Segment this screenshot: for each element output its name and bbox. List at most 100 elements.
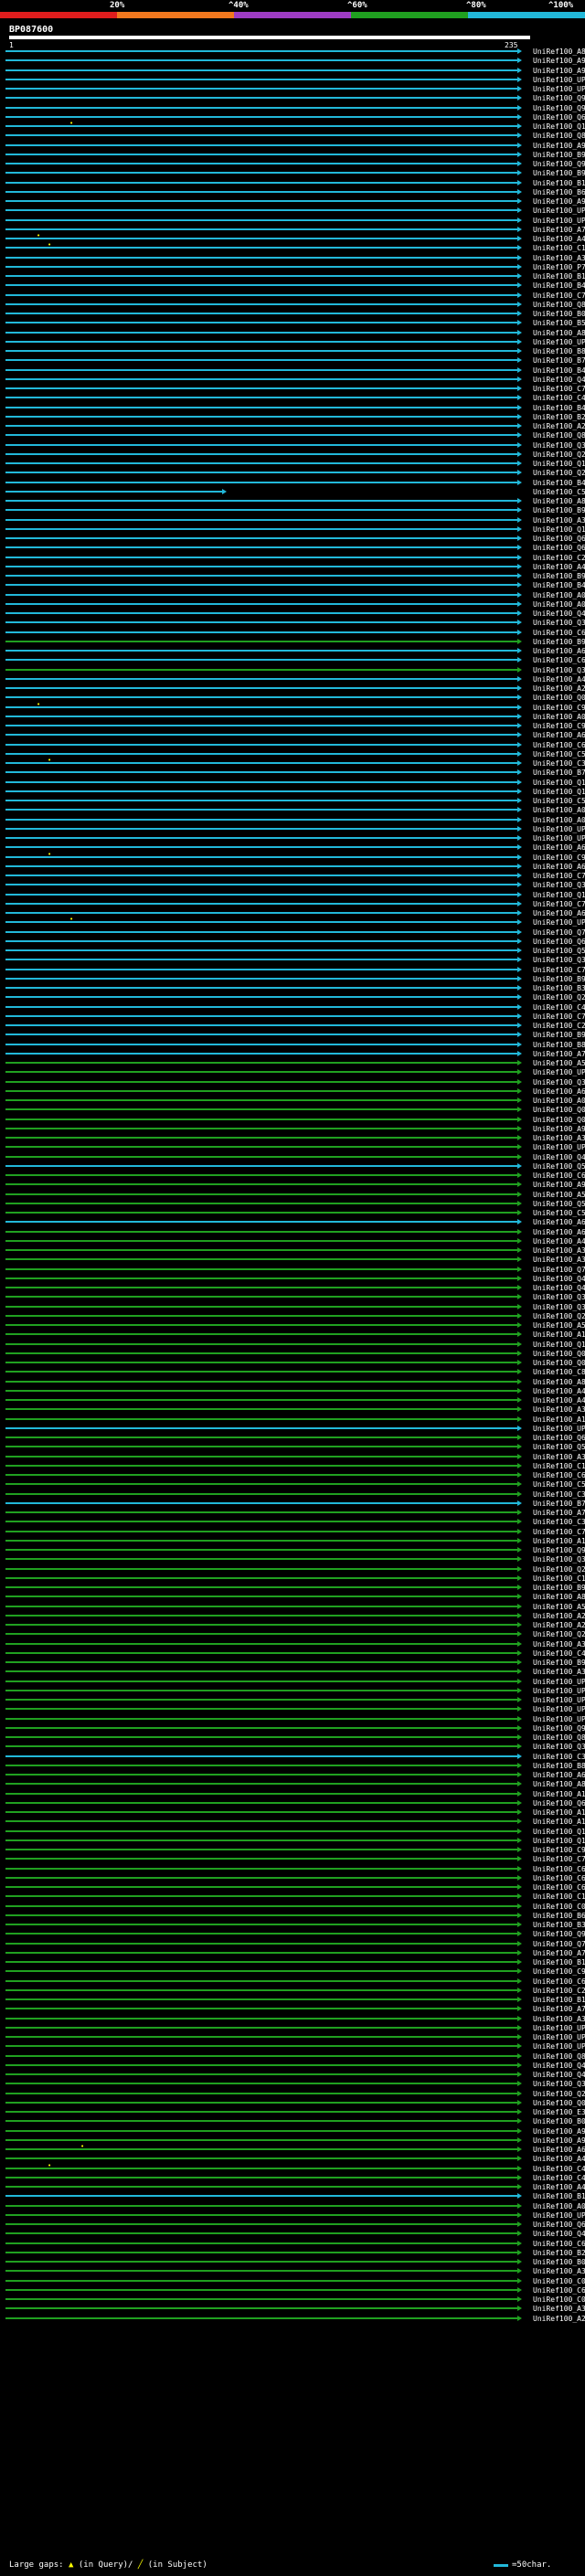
hit-label[interactable]: UniRef100_Q4C8P6 [533, 376, 585, 385]
hit-bar[interactable] [5, 1081, 517, 1083]
hit-bar[interactable] [5, 1390, 517, 1392]
hit-label[interactable]: UniRef100_B1X0L7 [533, 272, 585, 281]
hit-label[interactable]: UniRef100_UPI000.. [533, 1425, 585, 1434]
hit-bar[interactable] [5, 322, 517, 323]
hit-bar[interactable] [5, 1521, 517, 1522]
hit-label[interactable]: UniRef100_Q4FUV0 [533, 1284, 585, 1293]
hit-bar[interactable] [5, 1970, 517, 1972]
hit-label[interactable]: UniRef100_UPI000.. [533, 207, 585, 216]
hit-bar[interactable] [5, 2093, 517, 2094]
hit-label[interactable]: UniRef100_A3UK03 [533, 1134, 585, 1143]
hit-bar[interactable] [5, 1606, 517, 1607]
hit-label[interactable]: UniRef100_UPI000.. [533, 76, 585, 85]
hit-label[interactable]: UniRef100_UPI000.. [533, 2042, 585, 2051]
hit-bar[interactable] [5, 1352, 517, 1354]
hit-label[interactable]: UniRef100_A2VEG2 [533, 1612, 585, 1621]
hit-label[interactable]: UniRef100_Q5XVY0 [533, 947, 585, 956]
hit-label[interactable]: UniRef100_B3E7Q6 [533, 1921, 585, 1930]
hit-label[interactable]: UniRef100_Q3JD62 [533, 666, 585, 675]
hit-label[interactable]: UniRef100_Q1KSR4 [533, 122, 585, 132]
hit-label[interactable]: UniRef100_Q2LNF4 [533, 1565, 585, 1574]
hit-bar[interactable] [5, 1989, 517, 1991]
hit-bar[interactable] [5, 2111, 517, 2113]
hit-bar[interactable] [5, 1624, 517, 1626]
hit-label[interactable]: UniRef100_C3JAK1 [533, 759, 585, 769]
hit-bar[interactable] [5, 1643, 517, 1645]
hit-bar[interactable] [5, 969, 517, 970]
hit-label[interactable]: UniRef100_Q1N2M6 [533, 891, 585, 900]
hit-bar[interactable] [5, 359, 517, 361]
hit-bar[interactable] [5, 1633, 517, 1635]
hit-bar[interactable] [5, 2289, 517, 2291]
hit-bar[interactable] [5, 425, 517, 427]
hit-bar[interactable] [5, 2064, 517, 2066]
hit-label[interactable]: UniRef100_A6E3R6 [533, 647, 585, 656]
hit-label[interactable]: UniRef100_A9BHR0 [533, 1181, 585, 1190]
hit-label[interactable]: UniRef100_A5ULC5 [533, 1321, 585, 1330]
hit-bar[interactable] [5, 228, 517, 230]
hit-bar[interactable] [5, 303, 517, 305]
hit-label[interactable]: UniRef100_C6SHF2 [533, 2286, 585, 2295]
hit-label[interactable]: UniRef100_A4BL25 [533, 2155, 585, 2164]
hit-label[interactable]: UniRef100_C0EN13 [533, 1903, 585, 1912]
hit-bar[interactable] [5, 1755, 517, 1757]
hit-bar[interactable] [5, 1615, 517, 1617]
hit-label[interactable]: UniRef100_Q3BWV0 [533, 1555, 585, 1564]
hit-bar[interactable] [5, 744, 517, 746]
hit-bar[interactable] [5, 1249, 517, 1251]
hit-bar[interactable] [5, 2018, 517, 2019]
hit-label[interactable]: UniRef100_C7PKX1 [533, 1855, 585, 1864]
hit-bar[interactable] [5, 1343, 517, 1345]
hit-label[interactable]: UniRef100_UPI000.. [533, 1068, 585, 1077]
hit-bar[interactable] [5, 800, 517, 801]
hit-label[interactable]: UniRef100_A8VI3L [533, 497, 585, 506]
hit-label[interactable]: UniRef100_B7S0U9 [533, 769, 585, 778]
hit-bar[interactable] [5, 257, 517, 259]
hit-bar[interactable] [5, 1568, 517, 1570]
hit-label[interactable]: UniRef100_Q93Y02 [533, 104, 585, 113]
hit-bar[interactable] [5, 1652, 517, 1654]
hit-bar[interactable] [5, 687, 517, 689]
hit-label[interactable]: UniRef100_B9KU51 [533, 1584, 585, 1593]
hit-bar[interactable] [5, 912, 517, 914]
hit-label[interactable]: UniRef100_B2SPR0 [533, 2249, 585, 2258]
hit-label[interactable]: UniRef100_A1HR05 [533, 1415, 585, 1425]
hit-bar[interactable] [5, 163, 517, 164]
hit-bar[interactable] [5, 2027, 517, 2029]
hit-label[interactable]: UniRef100_A4CUD7 [533, 1387, 585, 1396]
hit-label[interactable]: UniRef100_C7PBL6 [533, 900, 585, 909]
hit-bar[interactable] [5, 350, 517, 352]
hit-bar[interactable] [5, 1381, 517, 1383]
hit-label[interactable]: UniRef100_A9DHZ3 [533, 1125, 585, 1134]
hit-bar[interactable] [5, 59, 517, 61]
hit-label[interactable]: UniRef100_UPI000.. [533, 2033, 585, 2042]
hit-bar[interactable] [5, 809, 517, 811]
hit-label[interactable]: UniRef100_Q2RS93 [533, 2090, 585, 2099]
hit-label[interactable]: UniRef100_Q06SN2 [533, 1116, 585, 1125]
hit-label[interactable]: UniRef100_Q3JN14 [533, 619, 585, 628]
hit-label[interactable]: UniRef100_Q2JWU4 [533, 469, 585, 478]
hit-label[interactable]: UniRef100_A2TWQ6 [533, 684, 585, 694]
hit-bar[interactable] [5, 884, 517, 885]
hit-label[interactable]: UniRef100_C1HXN8 [533, 1892, 585, 1902]
hit-label[interactable]: UniRef100_A4S724 [533, 235, 585, 244]
hit-label[interactable]: UniRef100_B1BHZ0 [533, 1996, 585, 2005]
hit-bar[interactable] [5, 1268, 517, 1270]
hit-bar[interactable] [5, 97, 517, 99]
hit-label[interactable]: UniRef100_B4WS61 [533, 479, 585, 488]
hit-bar[interactable] [5, 1933, 517, 1935]
hit-bar[interactable] [5, 172, 517, 174]
hit-label[interactable]: UniRef100_B4C5X3 [533, 366, 585, 376]
hit-label[interactable]: UniRef100_A0YPA8 [533, 600, 585, 610]
hit-bar[interactable] [5, 856, 517, 858]
hit-bar[interactable] [5, 397, 517, 398]
hit-label[interactable]: UniRef100_Q3WY16 [533, 1078, 585, 1087]
hit-label[interactable]: UniRef100_C6RGZ7 [533, 656, 585, 665]
hit-label[interactable]: UniRef100_Q4K1Q1 [533, 1275, 585, 1284]
hit-bar[interactable] [5, 1071, 517, 1073]
hit-bar[interactable] [5, 846, 517, 848]
hit-bar[interactable] [5, 1980, 517, 1982]
hit-label[interactable]: UniRef100_C7QTH0 [533, 292, 585, 301]
hit-bar[interactable] [5, 1699, 517, 1701]
hit-label[interactable]: UniRef100_Q9AAB9 [533, 1724, 585, 1733]
